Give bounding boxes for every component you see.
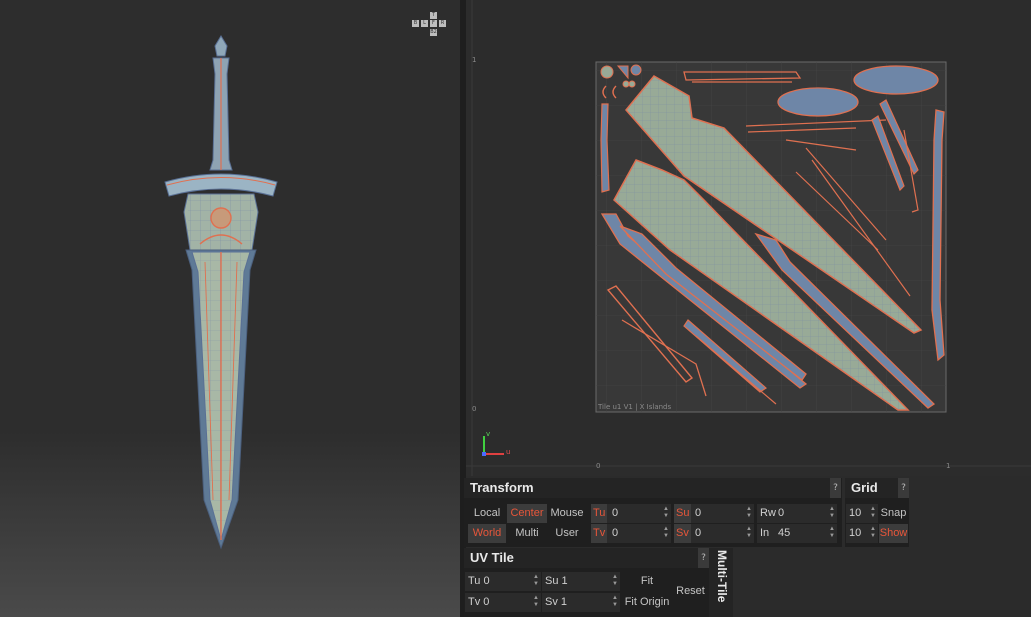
fit-origin-button[interactable]: Fit Origin: [622, 593, 672, 612]
in-label: In: [760, 527, 770, 539]
tu-label: Tu: [591, 504, 608, 523]
su-value: 0: [695, 507, 702, 519]
rw-value: 0: [778, 507, 785, 519]
local-button[interactable]: Local: [468, 504, 506, 523]
sv-value: 0: [695, 527, 702, 539]
user-button[interactable]: User: [548, 524, 586, 543]
ruler-v-1: 1: [472, 56, 477, 64]
tu-value: 0: [612, 507, 619, 519]
uv-layout: [466, 0, 1031, 476]
grid-panel: Grid ? 10 ▲ ▼ 10 ▲ ▼ Snap Show: [845, 478, 909, 547]
su-label: Su: [674, 504, 692, 523]
transform-help-button[interactable]: ?: [830, 478, 841, 498]
grid-spacing-value: 10: [849, 507, 862, 519]
rw-label: Rw: [760, 507, 776, 519]
uv-tile-tv-arrows-icon[interactable]: ▲ ▼: [533, 595, 539, 610]
uv-tile-title: UV Tile: [464, 548, 698, 568]
grid-spacing-arrows-icon[interactable]: ▲ ▼: [870, 506, 876, 521]
uv-editor-canvas[interactable]: Tile u1 V1 | X Islands v u 1 0 0 1: [466, 0, 1031, 476]
su-spinner[interactable]: Su 0 ▲ ▼: [674, 504, 754, 523]
multi-button[interactable]: Multi: [507, 524, 547, 543]
viewport-3d[interactable]: T B L F R B2: [0, 0, 460, 617]
uv-tile-tu-spinner[interactable]: Tu 0 ▲ ▼: [465, 572, 541, 591]
uv-tile-tu-value: Tu 0: [468, 575, 490, 587]
uv-tile-tv-spinner[interactable]: Tv 0 ▲ ▼: [465, 593, 541, 612]
transform-title: Transform: [464, 478, 830, 498]
uv-tile-help-button[interactable]: ?: [698, 548, 709, 568]
rw-spinner[interactable]: Rw 0 ▲ ▼: [757, 504, 837, 523]
tv-value: 0: [612, 527, 619, 539]
uv-axis-u-label: u: [506, 448, 511, 456]
uv-tile-sv-arrows-icon[interactable]: ▲ ▼: [612, 595, 618, 610]
tv-spinner-arrows-icon[interactable]: ▲ ▼: [663, 526, 669, 541]
transform-panel: Transform ? Local Center Mouse World Mul…: [464, 478, 842, 547]
in-spinner-arrows-icon[interactable]: ▲ ▼: [829, 526, 835, 541]
sword-model: [164, 35, 278, 550]
uv-tile-su-spinner[interactable]: Su 1 ▲ ▼: [542, 572, 620, 591]
show-grid-button[interactable]: Show: [879, 524, 908, 543]
ruler-u-0: 0: [596, 462, 601, 470]
uv-tile-su-arrows-icon[interactable]: ▲ ▼: [612, 574, 618, 589]
tu-spinner-arrows-icon[interactable]: ▲ ▼: [663, 506, 669, 521]
uv-tile-su-value: Su 1: [545, 575, 568, 587]
grid-subdiv-arrows-icon[interactable]: ▲ ▼: [870, 526, 876, 541]
ruler-v-0: 0: [472, 405, 477, 413]
grid-title: Grid: [845, 478, 898, 498]
rw-spinner-arrows-icon[interactable]: ▲ ▼: [829, 506, 835, 521]
world-button[interactable]: World: [468, 524, 506, 543]
uv-tile-info: Tile u1 V1 | X Islands: [598, 403, 672, 411]
in-spinner[interactable]: In 45 ▲ ▼: [757, 524, 837, 543]
uv-tile-tu-arrows-icon[interactable]: ▲ ▼: [533, 574, 539, 589]
sv-spinner-arrows-icon[interactable]: ▲ ▼: [746, 526, 752, 541]
su-spinner-arrows-icon[interactable]: ▲ ▼: [746, 506, 752, 521]
multi-tile-tab[interactable]: Multi-Tile: [709, 548, 733, 617]
reset-button[interactable]: Reset: [673, 582, 708, 601]
uv-tile-panel: UV Tile ? Tu 0 ▲ ▼ Tv 0 ▲ ▼ Su 1 ▲ ▼ Sv 1 ▲…: [464, 548, 709, 617]
tu-spinner[interactable]: Tu 0 ▲ ▼: [591, 504, 671, 523]
tv-spinner[interactable]: Tv 0 ▲ ▼: [591, 524, 671, 543]
multi-tile-label: Multi-Tile: [715, 550, 729, 603]
uv-tile-sv-value: Sv 1: [545, 596, 568, 608]
uv-tile-tv-value: Tv 0: [468, 596, 490, 608]
sv-spinner[interactable]: Sv 0 ▲ ▼: [674, 524, 754, 543]
grid-subdiv-value: 10: [849, 527, 862, 539]
ruler-u-1: 1: [946, 462, 951, 470]
grid-help-button[interactable]: ?: [898, 478, 909, 498]
tv-label: Tv: [591, 524, 608, 543]
grid-spacing-spinner[interactable]: 10 ▲ ▼: [846, 504, 878, 523]
sv-label: Sv: [674, 524, 691, 543]
snap-button[interactable]: Snap: [879, 504, 908, 523]
center-button[interactable]: Center: [507, 504, 547, 523]
fit-button[interactable]: Fit: [622, 572, 672, 591]
mouse-button[interactable]: Mouse: [548, 504, 586, 523]
grid-subdiv-spinner[interactable]: 10 ▲ ▼: [846, 524, 878, 543]
uv-tile-sv-spinner[interactable]: Sv 1 ▲ ▼: [542, 593, 620, 612]
uv-axis-v-label: v: [486, 430, 491, 438]
in-value: 45: [778, 527, 791, 539]
